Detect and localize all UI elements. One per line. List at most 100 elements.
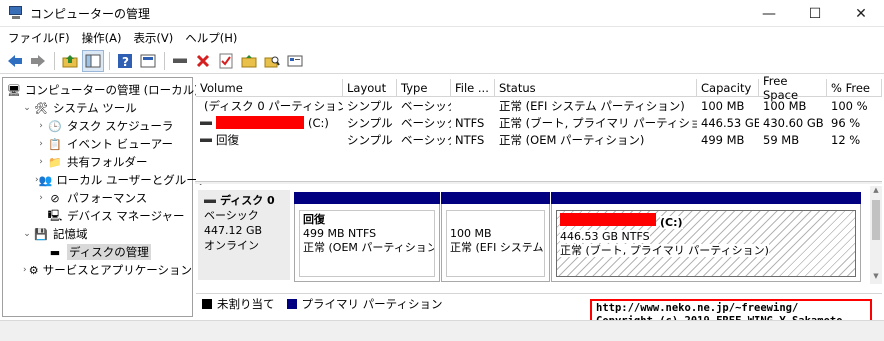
partition-status: 正常 (OEM パーティション) [303, 241, 435, 254]
chevron-right-icon[interactable]: › [35, 121, 47, 131]
tree-item[interactable]: › 📁 共有フォルダー [3, 153, 192, 171]
menu-view[interactable]: 表示(V) [133, 30, 173, 46]
column-filesystem[interactable]: File ... [451, 79, 495, 96]
column-percent-free[interactable]: % Free [827, 79, 882, 96]
volume-fs-cell: NTFS [455, 115, 485, 130]
volume-pct-cell: 12 % [831, 132, 861, 147]
volume-list-header: Volume Layout Type File ... Status Capac… [196, 74, 882, 102]
column-type[interactable]: Type [397, 79, 451, 96]
column-status[interactable]: Status [495, 79, 697, 96]
chevron-right-icon[interactable]: › [35, 157, 47, 167]
partition-efi-details: 100 MB 正常 (EFI システム / [446, 210, 545, 277]
column-volume[interactable]: Volume [196, 79, 343, 96]
volume-type-cell: ベーシック [401, 132, 451, 147]
up-folder-icon[interactable] [59, 50, 81, 72]
tree-item[interactable]: › 🕒 タスク スケジューラ [3, 117, 192, 135]
chevron-down-icon[interactable]: ⌄ [21, 103, 33, 113]
tree-item[interactable]: ▬ ディスクの管理 [3, 243, 192, 261]
properties-icon[interactable] [137, 50, 159, 72]
tree-item-label: ディスクの管理 [67, 244, 151, 260]
forward-arrow-icon[interactable] [27, 50, 49, 72]
column-free-space[interactable]: Free Space [759, 74, 827, 102]
svg-text:?: ? [122, 55, 129, 69]
volume-row[interactable]: (ディスク 0 パーティション 2) シンプルベーシック 正常 (EFI システム … [196, 97, 882, 114]
chevron-right-icon[interactable]: › [35, 139, 47, 149]
partition-c[interactable]: (C:) 446.53 GB NTFS 正常 (ブート, プライマリ パーティシ… [551, 192, 861, 282]
scroll-thumb[interactable] [872, 200, 880, 240]
tree-node-icon: ⊘ [50, 191, 60, 205]
partition-bar [551, 192, 861, 204]
back-arrow-icon[interactable] [4, 50, 26, 72]
partition-status: 正常 (ブート, プライマリ パーティション) [560, 244, 769, 257]
volume-status-cell: 正常 (ブート, プライマリ パーティション) [499, 115, 697, 130]
volume-cell: (C:) [196, 114, 343, 131]
tree-item[interactable]: › ⚙ サービスとアプリケーション [3, 261, 192, 279]
scroll-up-arrow-icon[interactable]: ▲ [870, 186, 882, 198]
column-layout[interactable]: Layout [343, 79, 397, 96]
vertical-scrollbar[interactable]: ▲ ▼ [870, 186, 882, 284]
disk-map-pane: ディスク 0 ベーシック 447.12 GB オンライン 回復 499 MB N… [196, 186, 870, 286]
volume-cell: (ディスク 0 パーティション 2) [196, 97, 343, 114]
chevron-down-icon[interactable]: ⌄ [21, 229, 33, 239]
chevron-right-icon[interactable]: › [35, 193, 47, 203]
pane-divider[interactable] [195, 181, 882, 184]
chevron-right-icon[interactable]: › [21, 265, 29, 275]
partition-efi[interactable]: 100 MB 正常 (EFI システム / [441, 192, 550, 282]
partition-recovery[interactable]: 回復 499 MB NTFS 正常 (OEM パーティション) [294, 192, 440, 282]
volume-icon [200, 120, 212, 125]
tree-item-label: 記憶域 [53, 227, 88, 241]
volume-type-cell: ベーシック [401, 115, 451, 130]
tree-item[interactable]: ⌄ 💾 記憶域 [3, 225, 192, 243]
tree-item-label: コンピューターの管理 (ローカル) [24, 83, 199, 97]
check-icon[interactable] [215, 50, 237, 72]
tree-node-icon: 📋 [48, 137, 62, 151]
partition-name: 回復 [303, 213, 325, 226]
tree-node-icon: 🖥 [7, 83, 21, 97]
tree-node-icon: ⚙ [28, 263, 39, 277]
show-hide-tree-icon[interactable] [82, 49, 104, 72]
volume-layout-cell: シンプル [347, 132, 393, 147]
tree-item-label: パフォーマンス [67, 191, 148, 205]
volume-fs-cell: NTFS [455, 132, 485, 147]
menu-file[interactable]: ファイル(F) [8, 30, 70, 46]
menu-action[interactable]: 操作(A) [82, 30, 122, 46]
tree-item[interactable]: › 📋 イベント ビューアー [3, 135, 192, 153]
window-title: コンピューターの管理 [30, 6, 151, 21]
tree-item[interactable]: › 👥 ローカル ユーザーとグループ [3, 171, 209, 189]
maximize-button[interactable]: ☐ [792, 0, 838, 27]
primary-partition-swatch [286, 298, 297, 309]
partition-size: 446.53 GB NTFS [560, 230, 650, 243]
volume-name: (ディスク 0 パーティション 2) [204, 98, 343, 113]
partition-bar [294, 192, 440, 204]
volume-row[interactable]: (C:) シンプルベーシック NTFS 正常 (ブート, プライマリ パーティション)… [196, 114, 882, 131]
volume-capacity-cell: 100 MB [701, 98, 745, 113]
unallocated-swatch [202, 298, 212, 309]
volume-name: 回復 [216, 132, 239, 147]
folder-up-icon[interactable] [238, 50, 260, 72]
disk-info-label[interactable]: ディスク 0 ベーシック 447.12 GB オンライン [198, 190, 290, 280]
disk-type: ベーシック [204, 209, 259, 222]
volume-row[interactable]: 回復 シンプルベーシック NTFS 正常 (OEM パーティション) 499 MB 59 … [196, 131, 882, 148]
tree-item[interactable]: ⌄ 🛠 システム ツール [3, 99, 192, 117]
tree-item-label: タスク スケジューラ [67, 119, 174, 133]
tree-item[interactable]: 🖥 コンピューターの管理 (ローカル) [3, 81, 199, 99]
close-button[interactable]: ✕ [838, 0, 884, 27]
delete-icon[interactable] [192, 50, 214, 72]
help-icon[interactable]: ? [114, 50, 136, 72]
minimize-button[interactable]: — [746, 0, 792, 27]
tree-item[interactable]: › ⊘ パフォーマンス [3, 189, 192, 207]
column-capacity[interactable]: Capacity [697, 79, 759, 96]
partition-size: 499 MB NTFS [303, 227, 377, 240]
connect-icon[interactable] [169, 50, 191, 72]
redacted-volume-name [560, 213, 656, 226]
export-icon[interactable] [284, 50, 306, 72]
scroll-down-arrow-icon[interactable]: ▼ [870, 272, 882, 284]
search-icon[interactable] [261, 50, 283, 72]
tree-node-icon: 👥 [38, 173, 53, 187]
menu-help[interactable]: ヘルプ(H) [185, 30, 237, 46]
tree-node-icon: ▬ [49, 245, 61, 259]
volume-pct-cell: 100 % [831, 98, 868, 113]
tree-item[interactable]: 🖳 デバイス マネージャー [3, 207, 192, 225]
tree-item-label: 共有フォルダー [67, 155, 148, 169]
computer-management-icon [8, 5, 24, 21]
